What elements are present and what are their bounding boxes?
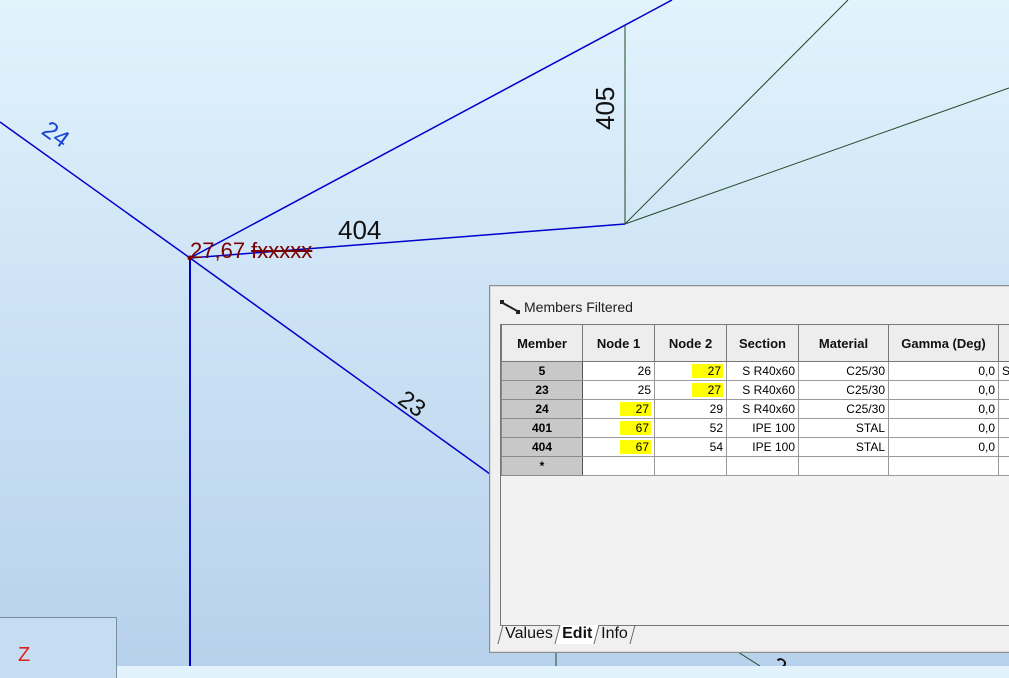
- cell-material[interactable]: C25/30: [799, 400, 889, 419]
- col-header-node2[interactable]: Node 2: [655, 325, 727, 362]
- cell-gamma[interactable]: 0,0: [889, 362, 999, 381]
- member-label-24: 24: [37, 116, 74, 154]
- table-row[interactable]: 401 67 52 IPE 100 STAL 0,0: [502, 419, 1009, 438]
- cell-extra[interactable]: [999, 457, 1009, 476]
- row-header[interactable]: 5: [502, 362, 583, 381]
- row-header[interactable]: 23: [502, 381, 583, 400]
- axis-indicator: Z: [0, 617, 117, 678]
- members-grid[interactable]: Member Node 1 Node 2 Section Material Ga…: [500, 324, 1009, 626]
- row-header[interactable]: 24: [502, 400, 583, 419]
- cell-node1[interactable]: 27: [583, 400, 655, 419]
- col-header-extra[interactable]: [999, 325, 1009, 362]
- member-diagonal-green-1[interactable]: [625, 0, 848, 224]
- cell-material[interactable]: [799, 457, 889, 476]
- col-header-node1[interactable]: Node 1: [583, 325, 655, 362]
- table-row[interactable]: 404 67 54 IPE 100 STAL 0,0: [502, 438, 1009, 457]
- member-24[interactable]: [0, 122, 190, 258]
- cell-extra[interactable]: [999, 419, 1009, 438]
- member-label-23: 23: [393, 385, 430, 423]
- members-filtered-window[interactable]: Members Filtered Member Node 1 Node 2 Se…: [489, 285, 1009, 653]
- node-label: 27,67 fxxxxx: [190, 238, 312, 264]
- cell-section[interactable]: S R40x60: [727, 400, 799, 419]
- cell-gamma[interactable]: 0,0: [889, 381, 999, 400]
- window-title: Members Filtered: [524, 299, 633, 315]
- cell-node2[interactable]: 54: [655, 438, 727, 457]
- new-row-marker[interactable]: *: [502, 457, 583, 476]
- member-label-405: 405: [590, 87, 620, 130]
- sheet-tabs: Values Edit Info: [500, 622, 633, 644]
- tab-info[interactable]: Info: [593, 625, 635, 644]
- cell-node2[interactable]: 27: [655, 362, 727, 381]
- cell-section[interactable]: S R40x60: [727, 362, 799, 381]
- table-row[interactable]: 5 26 27 S R40x60 C25/30 0,0 S: [502, 362, 1009, 381]
- col-header-section[interactable]: Section: [727, 325, 799, 362]
- axis-z-label: Z: [18, 644, 30, 667]
- tab-edit[interactable]: Edit: [554, 625, 598, 644]
- cell-gamma[interactable]: 0,0: [889, 419, 999, 438]
- node-label-struck: fxxxxx: [251, 238, 312, 263]
- cell-gamma[interactable]: 0,0: [889, 400, 999, 419]
- cell-extra[interactable]: S: [999, 362, 1009, 381]
- member-label-partial: 23: [765, 652, 802, 666]
- cell-gamma[interactable]: 0,0: [889, 438, 999, 457]
- cell-gamma[interactable]: [889, 457, 999, 476]
- cell-node2[interactable]: 29: [655, 400, 727, 419]
- cell-node1[interactable]: 67: [583, 419, 655, 438]
- cell-section[interactable]: S R40x60: [727, 381, 799, 400]
- tab-values[interactable]: Values: [497, 625, 559, 644]
- cell-material[interactable]: STAL: [799, 438, 889, 457]
- cell-material[interactable]: C25/30: [799, 381, 889, 400]
- member-icon: [500, 300, 520, 314]
- row-header[interactable]: 404: [502, 438, 583, 457]
- member-lower-right[interactable]: [738, 652, 760, 666]
- cell-section[interactable]: [727, 457, 799, 476]
- cell-node2[interactable]: 52: [655, 419, 727, 438]
- table-header-row: Member Node 1 Node 2 Section Material Ga…: [502, 325, 1009, 362]
- cell-section[interactable]: IPE 100: [727, 419, 799, 438]
- node-label-coords: 27,67: [190, 238, 251, 263]
- cell-node1[interactable]: 26: [583, 362, 655, 381]
- cell-node2[interactable]: [655, 457, 727, 476]
- member-label-404: 404: [338, 215, 381, 245]
- members-table[interactable]: Member Node 1 Node 2 Section Material Ga…: [501, 325, 1009, 476]
- cell-node2[interactable]: 27: [655, 381, 727, 400]
- cell-extra[interactable]: [999, 400, 1009, 419]
- cell-material[interactable]: C25/30: [799, 362, 889, 381]
- cell-extra[interactable]: [999, 381, 1009, 400]
- col-header-material[interactable]: Material: [799, 325, 889, 362]
- col-header-gamma[interactable]: Gamma (Deg): [889, 325, 999, 362]
- member-23[interactable]: [190, 258, 490, 474]
- table-row[interactable]: 24 27 29 S R40x60 C25/30 0,0: [502, 400, 1009, 419]
- new-row[interactable]: *: [502, 457, 1009, 476]
- row-header[interactable]: 401: [502, 419, 583, 438]
- cell-material[interactable]: STAL: [799, 419, 889, 438]
- col-header-member[interactable]: Member: [502, 325, 583, 362]
- cell-section[interactable]: IPE 100: [727, 438, 799, 457]
- table-row[interactable]: 23 25 27 S R40x60 C25/30 0,0: [502, 381, 1009, 400]
- cell-node1[interactable]: 67: [583, 438, 655, 457]
- window-title-bar[interactable]: Members Filtered: [500, 294, 633, 320]
- cell-node1[interactable]: 25: [583, 381, 655, 400]
- member-diagonal-green-2[interactable]: [625, 88, 1009, 224]
- cell-extra[interactable]: [999, 438, 1009, 457]
- cell-node1[interactable]: [583, 457, 655, 476]
